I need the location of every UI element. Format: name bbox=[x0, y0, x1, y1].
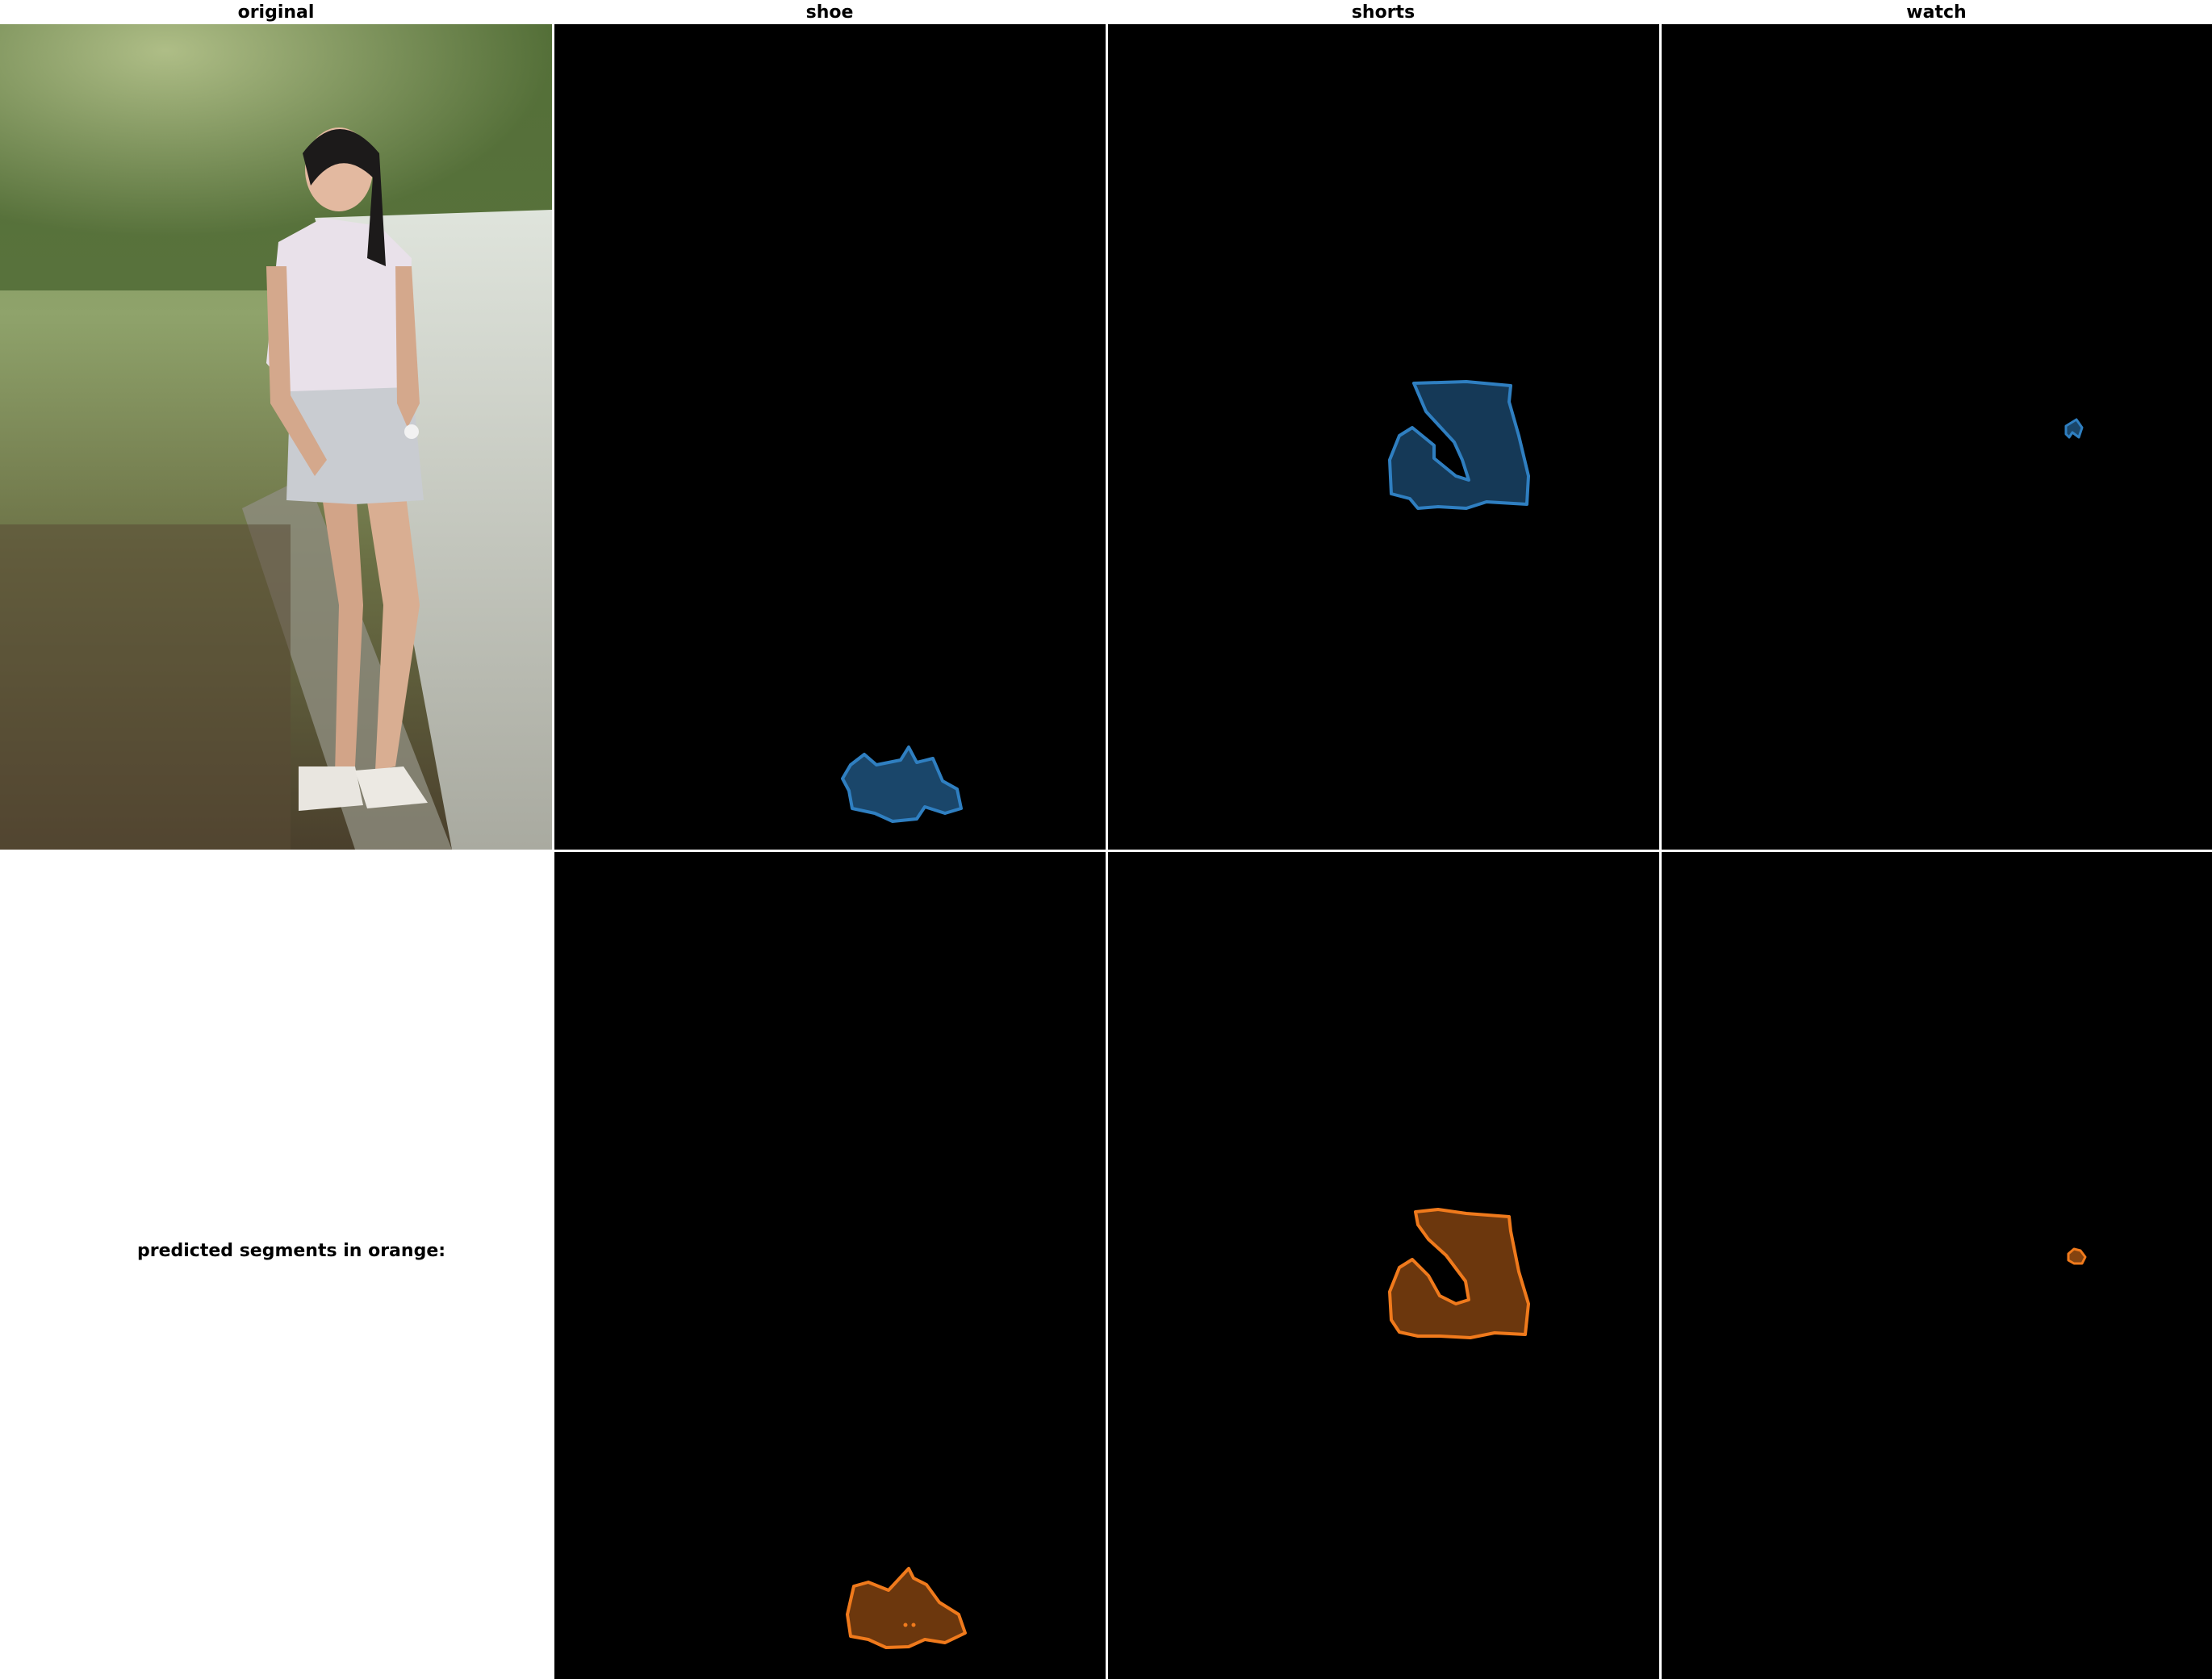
header-watch: watch bbox=[1906, 2, 1967, 23]
photo-illustration bbox=[0, 24, 552, 850]
pred-panel-watch bbox=[1661, 852, 2212, 1679]
pred-shoe-mask bbox=[846, 1567, 967, 1649]
gt-shorts-mask bbox=[1388, 380, 1530, 510]
divider-h1 bbox=[554, 850, 2212, 852]
header-shoe: shoe bbox=[805, 2, 854, 23]
gt-shoe-mask bbox=[841, 746, 963, 823]
pred-panel-shorts bbox=[1107, 852, 1659, 1679]
pred-shorts-mask bbox=[1388, 1208, 1530, 1339]
header-shorts: shorts bbox=[1351, 2, 1415, 23]
gt-panel-shoe bbox=[554, 24, 1106, 850]
pred-watch-mask bbox=[2067, 1247, 2087, 1265]
predicted-note: predicted segments in orange: bbox=[137, 1241, 446, 1261]
gt-panel-shorts bbox=[1107, 24, 1659, 850]
gt-watch-mask bbox=[2064, 418, 2084, 439]
gt-panel-watch bbox=[1661, 24, 2212, 850]
pred-panel-shoe bbox=[554, 852, 1106, 1679]
header-original: original bbox=[237, 2, 315, 23]
original-photo bbox=[0, 24, 552, 850]
